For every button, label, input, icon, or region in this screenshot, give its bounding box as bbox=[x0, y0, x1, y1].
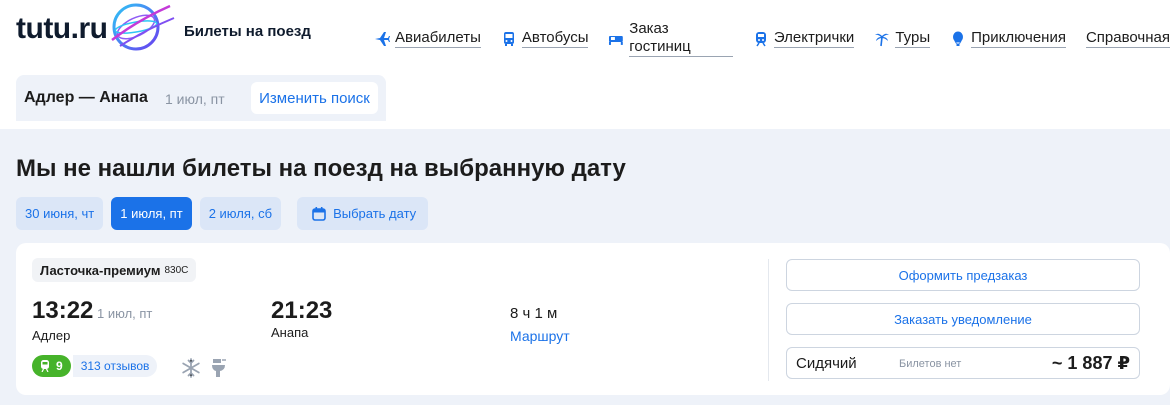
seat-availability: Билетов нет bbox=[899, 358, 962, 370]
balloon-icon bbox=[953, 31, 964, 46]
results-area: Мы не нашли билеты на поезд на выбранную… bbox=[0, 129, 1170, 405]
nav-item-help[interactable]: Справочная bbox=[1085, 20, 1170, 57]
nav-item-label: Авиабилеты bbox=[395, 29, 481, 48]
arrival-time: 21:23 bbox=[271, 297, 333, 324]
date-chip-selected[interactable]: 1 июля, пт bbox=[111, 197, 192, 230]
rating-badge[interactable]: 9 bbox=[32, 355, 71, 377]
pick-date-button[interactable]: Выбрать дату bbox=[297, 197, 429, 230]
nav-item-flights[interactable]: Авиабилеты bbox=[374, 20, 481, 57]
arrival-city: Анапа bbox=[271, 325, 309, 340]
bed-icon bbox=[609, 35, 624, 45]
card-divider bbox=[768, 259, 769, 381]
logo-caption: Билеты на поезд bbox=[184, 23, 311, 40]
search-summary: Адлер — Анапа 1 июл, пт Изменить поиск bbox=[16, 75, 386, 121]
nav-item-adventures[interactable]: Приключения bbox=[950, 20, 1066, 57]
train-icon bbox=[755, 31, 766, 46]
nav-item-tours[interactable]: Туры bbox=[874, 20, 931, 57]
nav-item-label: Приключения bbox=[971, 29, 1066, 48]
nav-item-label: Туры bbox=[895, 29, 931, 48]
route-link[interactable]: Маршрут bbox=[510, 328, 570, 344]
trip-duration: 8 ч 1 м bbox=[510, 305, 558, 322]
train-name-badge: Ласточка-премиум 830С bbox=[32, 258, 197, 282]
globe-logo-icon[interactable] bbox=[90, 0, 182, 58]
reviews-link[interactable]: 313 отзывов bbox=[72, 355, 158, 377]
bus-icon bbox=[503, 31, 514, 46]
rating-block: 9 313 отзывов bbox=[32, 355, 158, 377]
pick-date-label: Выбрать дату bbox=[333, 206, 417, 221]
nav-item-label: Электрички bbox=[773, 29, 855, 48]
top-nav: Авиабилеты Автобусы Заказ гостиниц Элект… bbox=[374, 20, 1170, 57]
nav-item-buses[interactable]: Автобусы bbox=[501, 20, 589, 57]
page-title: Мы не нашли билеты на поезд на выбранную… bbox=[16, 155, 626, 182]
change-search-button[interactable]: Изменить поиск bbox=[251, 82, 378, 114]
calendar-icon bbox=[312, 206, 326, 221]
train-rating-icon bbox=[41, 360, 49, 372]
seat-type: Сидячий bbox=[796, 355, 857, 372]
preorder-button[interactable]: Оформить предзаказ bbox=[786, 259, 1140, 291]
rating-value: 9 bbox=[56, 359, 63, 373]
departure-time: 13:22 bbox=[32, 297, 94, 324]
train-card: Ласточка-премиум 830С 13:22 1 июл, пт Ад… bbox=[16, 243, 1170, 395]
date-chip-next[interactable]: 2 июля, сб bbox=[199, 197, 282, 230]
nav-item-label: Справочная bbox=[1085, 29, 1170, 48]
nav-item-suburban-trains[interactable]: Электрички bbox=[753, 20, 855, 57]
seat-class-row[interactable]: Сидячий Билетов нет ~ 1 887 ₽ bbox=[786, 347, 1140, 379]
site-header: tutu.ru Билеты на поезд Авиабилеты Автоб… bbox=[0, 0, 1170, 62]
plane-icon bbox=[375, 31, 390, 46]
palm-icon bbox=[875, 33, 890, 46]
nav-item-label: Автобусы bbox=[521, 29, 589, 48]
train-number: 830С bbox=[164, 264, 189, 276]
route-date: 1 июл, пт bbox=[165, 91, 225, 107]
date-chip-prev[interactable]: 30 июня, чт bbox=[16, 197, 104, 230]
departure-city: Адлер bbox=[32, 328, 71, 343]
toilet-icon bbox=[212, 359, 226, 377]
seat-price: ~ 1 887 ₽ bbox=[1051, 353, 1130, 373]
train-name: Ласточка-премиум bbox=[40, 262, 161, 278]
nav-item-hotels[interactable]: Заказ гостиниц bbox=[608, 20, 733, 57]
notify-button[interactable]: Заказать уведомление bbox=[786, 303, 1140, 335]
route-title: Адлер — Анапа bbox=[24, 89, 148, 106]
snowflake-icon bbox=[182, 358, 200, 378]
departure-date: 1 июл, пт bbox=[97, 306, 153, 321]
nav-item-label: Заказ гостиниц bbox=[629, 20, 733, 57]
date-selector: 30 июня, чт 1 июля, пт 2 июля, сб Выбрат… bbox=[16, 197, 436, 230]
